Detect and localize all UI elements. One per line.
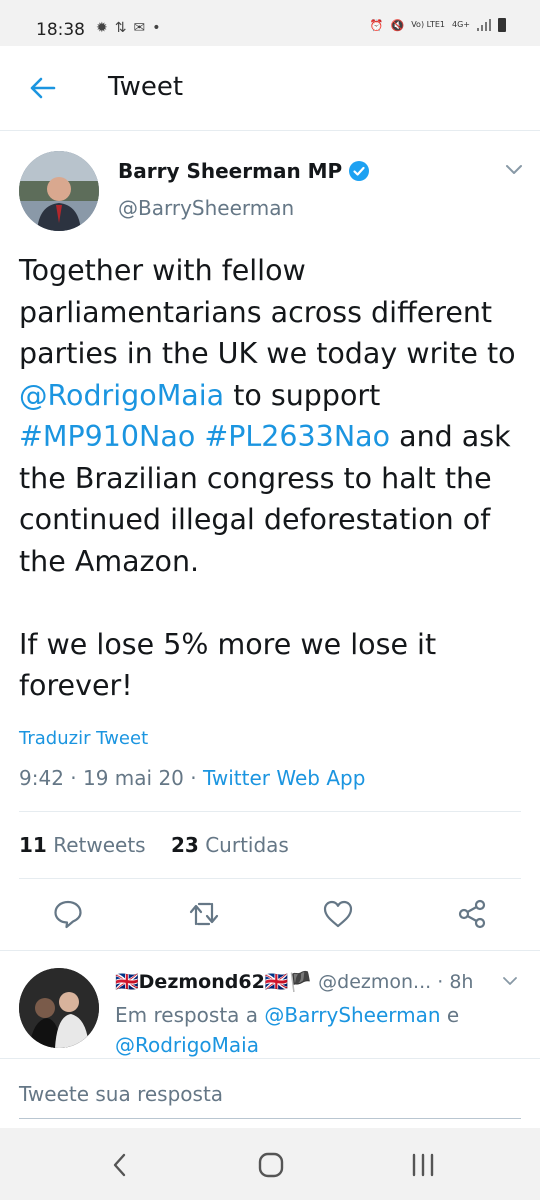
app-header (0, 46, 540, 131)
settings-gear-icon: ✹ (96, 20, 108, 36)
reply-input[interactable]: Tweete sua resposta (19, 1082, 223, 1106)
mention-link[interactable]: @RodrigoMaia (19, 379, 224, 412)
hashtag-link[interactable]: #MP910Nao (19, 420, 195, 453)
tweet-timestamp: 9:42 · 19 mai 20 · (19, 766, 203, 790)
reply-time: · 8h (437, 971, 474, 993)
retweet-icon[interactable] (188, 898, 220, 930)
author-name-row[interactable]: Barry Sheerman MP (118, 159, 370, 183)
tweet-stats: 11 Retweets 23 Curtidas (19, 833, 289, 857)
retweets-count: 11 (19, 833, 47, 857)
tweet-text: Together with fellow parliamentarians ac… (19, 250, 524, 707)
nav-recents-icon[interactable] (410, 1153, 436, 1177)
signal-icon (477, 19, 491, 31)
nav-home-icon[interactable] (257, 1151, 285, 1179)
likes-label: Curtidas (205, 833, 289, 857)
alarm-icon: ⏰ (369, 18, 384, 32)
tweet-text-part: Together with fellow parliamentarians ac… (19, 254, 516, 370)
translate-tweet-link[interactable]: Traduzir Tweet (19, 728, 148, 749)
mute-icon: 🔇 (390, 18, 405, 32)
reply-context: Em resposta a @BarrySheerman e @RodrigoM… (115, 1000, 515, 1060)
divider (19, 878, 521, 879)
sync-icon: ⇅ (114, 20, 127, 36)
share-icon[interactable] (456, 898, 488, 930)
like-heart-icon[interactable] (322, 898, 354, 930)
message-icon: ✉ (133, 20, 146, 36)
retweets-label: Retweets (53, 833, 146, 857)
battery-icon (498, 18, 506, 32)
author-avatar[interactable] (19, 151, 99, 231)
chevron-down-icon[interactable] (505, 164, 523, 176)
back-arrow-icon[interactable] (28, 74, 56, 102)
reply-mention-link[interactable]: @RodrigoMaia (115, 1033, 259, 1057)
divider (19, 811, 521, 812)
reply-mention-link[interactable]: @BarrySheerman (264, 1003, 440, 1027)
tweet-text-part: to support (224, 378, 381, 412)
author-name[interactable]: Barry Sheerman MP (118, 159, 342, 183)
tweet-meta: 9:42 · 19 mai 20 · Twitter Web App (19, 766, 365, 790)
network-indicator: 4G+ (452, 20, 470, 29)
dot-icon: • (152, 20, 161, 36)
retweets-stat[interactable]: 11 Retweets (19, 833, 146, 857)
reply-author-handle[interactable]: @dezmon... (318, 971, 431, 993)
reply-icon[interactable] (52, 898, 84, 930)
tweet-text-space (195, 420, 204, 453)
volte-indicator: Vo) LTE1 (411, 20, 445, 29)
likes-stat[interactable]: 23 Curtidas (171, 833, 289, 857)
reply-prefix: Em resposta a (115, 1003, 265, 1027)
reply-avatar[interactable] (19, 968, 99, 1048)
reply-input-underline (19, 1118, 521, 1119)
reply-author-name[interactable]: 🇬🇧Dezmond62🇬🇧🏴 (115, 971, 312, 993)
status-notification-icons: ✹ ⇅ ✉ • (96, 20, 160, 36)
reply-chevron-down-icon[interactable] (502, 976, 518, 987)
nav-back-icon[interactable] (110, 1152, 130, 1178)
section-divider (0, 950, 540, 951)
verified-badge-icon (349, 161, 370, 181)
status-time: 18:38 (36, 20, 85, 40)
reply-header: 🇬🇧Dezmond62🇬🇧🏴 @dezmon... · 8h (115, 970, 473, 993)
tweet-source-link[interactable]: Twitter Web App (203, 766, 365, 790)
author-handle[interactable]: @BarrySheerman (118, 196, 294, 220)
reply-conjunction: e (440, 1003, 460, 1027)
likes-count: 23 (171, 833, 199, 857)
page-title: Tweet (108, 72, 184, 102)
status-right: ⏰ 🔇 Vo) LTE1 4G+ (370, 18, 506, 32)
tweet-text-part: If we lose 5% more we lose it forever! (19, 627, 437, 703)
hashtag-link[interactable]: #PL2633Nao (204, 420, 390, 453)
